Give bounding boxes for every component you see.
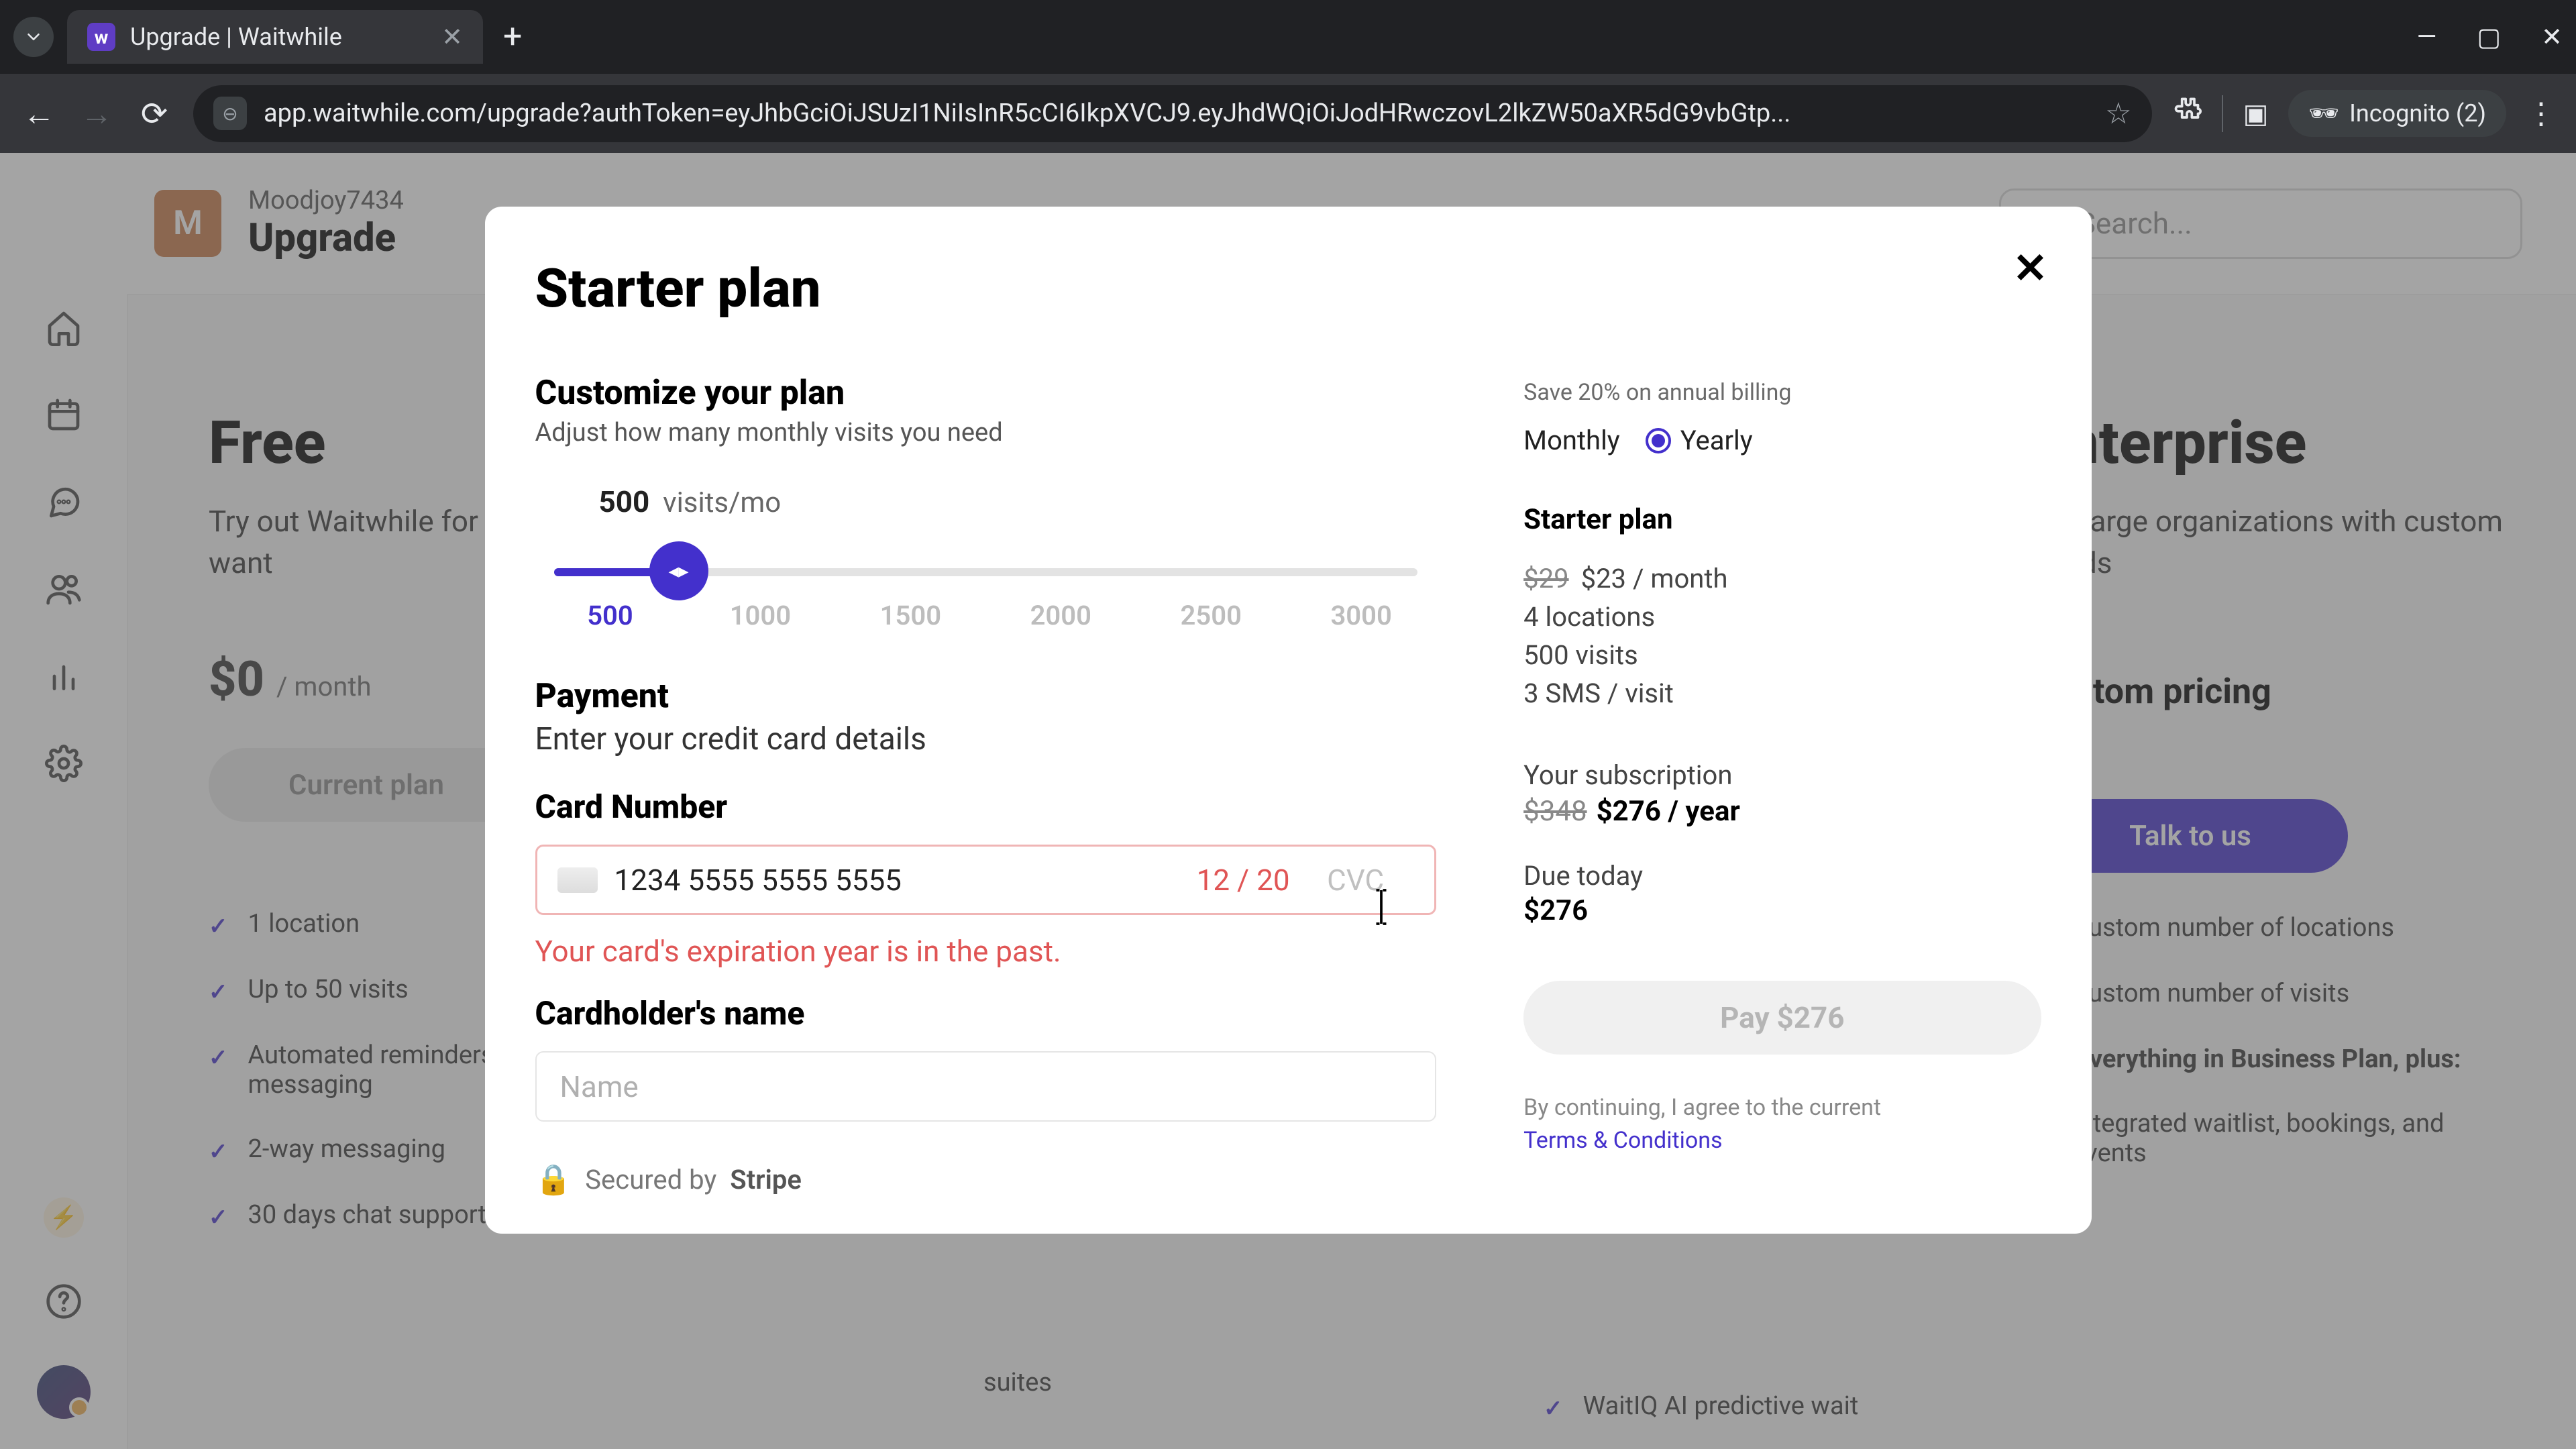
side-panel-button[interactable]: ▣ <box>2243 98 2269 129</box>
visits-value: 500 <box>599 484 650 519</box>
summary-sms: 3 SMS / visit <box>1523 678 2041 709</box>
summary-plan-name: Starter plan <box>1523 503 2041 536</box>
browser-chrome: w Upgrade | Waitwhile ✕ + — ▢ ✕ ← → ⟳ ⊖ … <box>0 0 2576 153</box>
lock-icon: 🔒 <box>535 1162 572 1197</box>
visits-display: 500 visits/mo <box>599 484 1437 519</box>
save-note: Save 20% on annual billing <box>1523 379 2041 406</box>
agree-text: By continuing, I agree to the current Te… <box>1523 1091 2041 1158</box>
reload-button[interactable]: ⟳ <box>136 95 173 133</box>
subscription-price-row: $348 $276 / year <box>1523 795 2041 828</box>
summary-price-line: $29 $23 / month <box>1523 563 2041 594</box>
subscription-label: Your subscription <box>1523 759 2041 791</box>
sub-price-current: $276 / year <box>1597 795 1740 828</box>
tab-favicon: w <box>87 23 115 51</box>
tab-title: Upgrade | Waitwhile <box>130 23 427 51</box>
stripe-label: Stripe <box>730 1164 802 1195</box>
visits-unit: visits/mo <box>663 486 781 519</box>
card-cvc-input[interactable]: CVC <box>1327 863 1414 898</box>
new-tab-button[interactable]: + <box>503 17 522 56</box>
modal-right-column: Save 20% on annual billing Monthly Yearl… <box>1523 374 2041 1197</box>
due-today-amount: $276 <box>1523 894 2041 927</box>
slider-tick: 2000 <box>985 600 1136 631</box>
minimize-button[interactable]: — <box>2417 22 2437 52</box>
slider-thumb[interactable]: ◂▸ <box>649 541 708 600</box>
visits-slider[interactable]: ◂▸ 500 1000 1500 2000 2500 3000 <box>535 556 1437 653</box>
slider-tick: 500 <box>535 600 686 631</box>
customize-sub: Adjust how many monthly visits you need <box>535 418 1437 447</box>
text-cursor-icon <box>1372 887 1391 935</box>
slider-tick: 3000 <box>1286 600 1436 631</box>
incognito-label: Incognito (2) <box>2349 99 2486 127</box>
upgrade-modal: ✕ Starter plan Customize your plan Adjus… <box>485 207 2092 1234</box>
tab-close-button[interactable]: ✕ <box>441 22 463 52</box>
app-viewport: ⚡ M Moodjoy7434 Upgrade 🔍 Search... Free… <box>0 153 2576 1449</box>
modal-close-button[interactable]: ✕ <box>2013 244 2048 293</box>
browser-toolbar: ← → ⟳ ⊖ app.waitwhile.com/upgrade?authTo… <box>0 74 2576 153</box>
billing-monthly-option[interactable]: Monthly <box>1523 425 1620 456</box>
back-button[interactable]: ← <box>20 95 58 133</box>
extensions-button[interactable] <box>2172 95 2202 131</box>
cardholder-label: Cardholder's name <box>535 994 1437 1032</box>
card-number-input[interactable] <box>614 863 1160 898</box>
card-number-label: Card Number <box>535 788 1437 826</box>
site-info-button[interactable]: ⊖ <box>213 97 247 130</box>
toolbar-divider <box>2222 95 2223 132</box>
slider-tick: 1500 <box>835 600 985 631</box>
payment-sub: Enter your credit card details <box>535 721 1437 757</box>
forward-button[interactable]: → <box>78 95 115 133</box>
maximize-button[interactable]: ▢ <box>2477 22 2501 52</box>
modal-body: Customize your plan Adjust how many mont… <box>535 374 2041 1197</box>
sub-price-original: $348 <box>1523 795 1587 828</box>
secured-by-label: Secured by <box>585 1164 716 1195</box>
cardholder-name-input[interactable]: Name <box>535 1051 1437 1122</box>
slider-tick: 2500 <box>1136 600 1286 631</box>
url-text: app.waitwhile.com/upgrade?authToken=eyJh… <box>264 99 2088 128</box>
incognito-badge[interactable]: 🕶 Incognito (2) <box>2288 90 2506 137</box>
billing-period-toggle: Monthly Yearly <box>1523 425 2041 456</box>
tab-search-button[interactable] <box>13 17 54 57</box>
address-bar[interactable]: ⊖ app.waitwhile.com/upgrade?authToken=ey… <box>193 85 2152 142</box>
billing-yearly-option[interactable]: Yearly <box>1646 425 1753 456</box>
card-input-group: 12 / 20 CVC <box>535 845 1437 915</box>
browser-tab[interactable]: w Upgrade | Waitwhile ✕ <box>67 10 483 64</box>
summary-locations: 4 locations <box>1523 601 2041 633</box>
payment-heading: Payment <box>535 677 1437 716</box>
secured-by-row: 🔒 Secured by Stripe <box>535 1162 1437 1197</box>
modal-overlay[interactable]: ✕ Starter plan Customize your plan Adjus… <box>0 153 2576 1449</box>
incognito-icon: 🕶 <box>2308 99 2339 127</box>
card-error-message: Your card's expiration year is in the pa… <box>535 934 1437 969</box>
bookmark-button[interactable]: ☆ <box>2105 96 2131 131</box>
price-current: $23 / month <box>1581 563 1728 594</box>
browser-menu-button[interactable]: ⋮ <box>2526 96 2556 131</box>
modal-title: Starter plan <box>535 257 2041 320</box>
slider-tick: 1000 <box>685 600 835 631</box>
name-placeholder: Name <box>560 1069 639 1104</box>
radio-icon <box>1646 428 1671 453</box>
card-brand-icon <box>557 867 598 893</box>
close-window-button[interactable]: ✕ <box>2541 22 2563 52</box>
modal-left-column: Customize your plan Adjust how many mont… <box>535 374 1437 1197</box>
pay-button[interactable]: Pay $276 <box>1523 981 2041 1055</box>
terms-link[interactable]: Terms & Conditions <box>1523 1127 1722 1154</box>
card-expiry-input[interactable]: 12 / 20 <box>1176 863 1310 898</box>
customize-heading: Customize your plan <box>535 374 1437 413</box>
window-controls: — ▢ ✕ <box>2417 22 2563 52</box>
tab-strip: w Upgrade | Waitwhile ✕ + — ▢ ✕ <box>0 0 2576 74</box>
price-original: $29 <box>1523 563 1568 594</box>
summary-visits: 500 visits <box>1523 639 2041 671</box>
due-today-label: Due today <box>1523 860 2041 892</box>
slider-labels: 500 1000 1500 2000 2500 3000 <box>535 600 1437 631</box>
